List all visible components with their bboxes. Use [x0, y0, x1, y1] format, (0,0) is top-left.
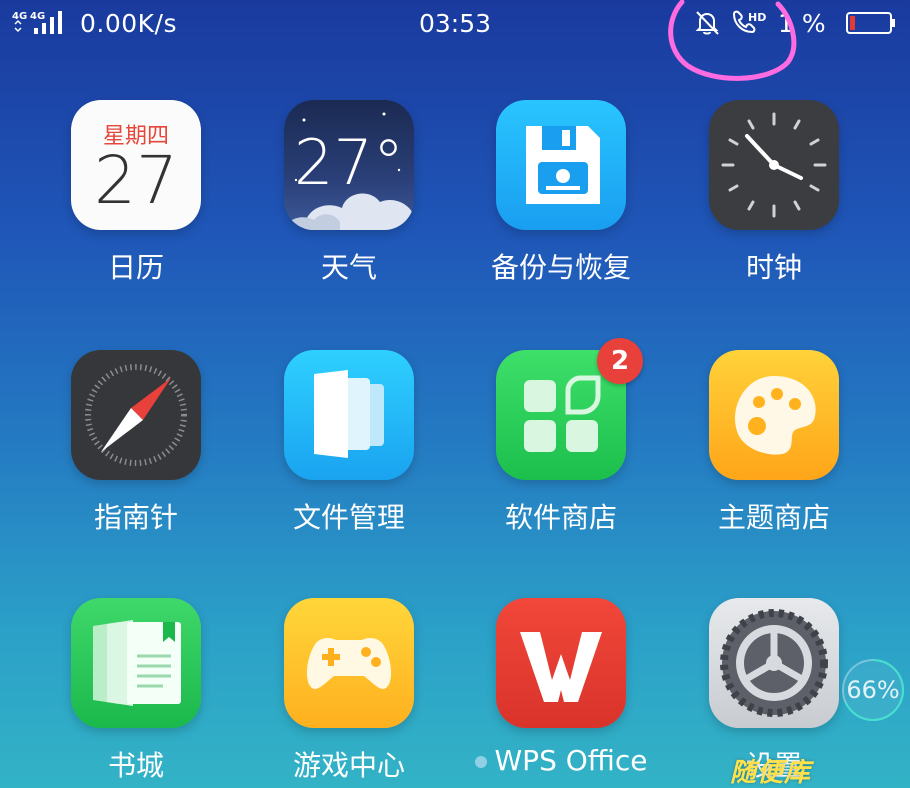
wps-logo-icon	[496, 598, 626, 728]
app-calendar[interactable]: 星期四 27 日历	[30, 100, 242, 300]
gear-icon	[709, 598, 839, 728]
weather-icon: 27°	[284, 100, 414, 230]
app-label: 日历	[107, 251, 164, 284]
book-icon	[71, 598, 201, 728]
app-label: 指南针	[93, 501, 178, 534]
palette-icon	[709, 350, 839, 480]
clock-icon	[709, 100, 839, 230]
app-label: 天气	[320, 251, 377, 284]
gamepad-icon	[284, 598, 414, 728]
app-game-center[interactable]: 游戏中心	[243, 598, 455, 788]
app-file-manager[interactable]: 文件管理	[243, 350, 455, 550]
app-label: 时钟	[745, 251, 802, 284]
app-label: WPS Office	[455, 744, 667, 777]
app-compass[interactable]: 指南针	[30, 350, 242, 550]
memory-usage-percent: 66%	[846, 676, 900, 704]
app-weather[interactable]: 27° 天气	[243, 100, 455, 300]
app-label-text: WPS Office	[494, 744, 648, 777]
app-label: 主题商店	[717, 501, 830, 534]
app-grid: 星期四 27 日历 27° 天气 备份与恢复 时钟 指南针 文件管理 2 软件商…	[0, 0, 910, 788]
app-bookstore[interactable]: 书城	[30, 598, 242, 788]
app-label: 软件商店	[504, 501, 617, 534]
watermark: 随便库	[730, 758, 812, 788]
compass-icon	[71, 350, 201, 480]
floppy-disk-icon	[496, 100, 626, 230]
calendar-day: 27	[94, 142, 178, 219]
app-wps-office[interactable]: WPS Office	[455, 598, 667, 788]
app-label: 游戏中心	[292, 749, 405, 782]
notification-badge: 2	[597, 338, 643, 384]
app-backup[interactable]: 备份与恢复	[455, 100, 667, 300]
app-label: 备份与恢复	[490, 251, 631, 284]
app-label: 文件管理	[292, 501, 405, 534]
app-clock[interactable]: 时钟	[668, 100, 880, 300]
app-theme-store[interactable]: 主题商店	[668, 350, 880, 550]
folder-icon	[284, 350, 414, 480]
new-app-dot	[474, 756, 487, 768]
weather-temp: 27°	[294, 126, 404, 199]
app-label: 书城	[107, 749, 164, 782]
calendar-icon: 星期四 27	[71, 100, 201, 230]
app-software-store[interactable]: 2 软件商店	[455, 338, 667, 550]
